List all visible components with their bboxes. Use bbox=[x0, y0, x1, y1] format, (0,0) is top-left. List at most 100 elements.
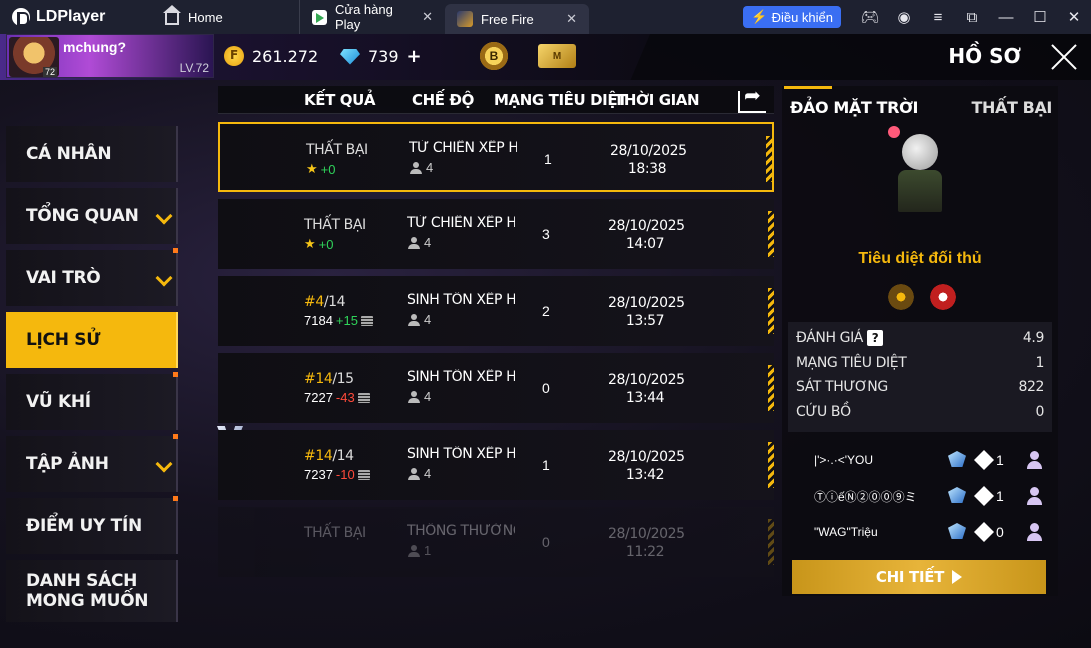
person-icon bbox=[408, 467, 420, 480]
sidebar-item-label: DANH SÁCH MONG MUỐN bbox=[26, 571, 149, 611]
sidebar-item-weapons[interactable]: VŨ KHÍ bbox=[6, 372, 178, 430]
match-mode: THÔNG THƯỜNG-I bbox=[407, 523, 515, 539]
sidebar-item-credit-score[interactable]: ĐIỂM UY TÍN bbox=[6, 496, 178, 554]
person-icon bbox=[408, 390, 420, 403]
stat-row: MẠNG TIÊU DIỆT 1 bbox=[796, 351, 1044, 376]
diamond-amount: 739 bbox=[368, 47, 399, 66]
close-icon[interactable] bbox=[1049, 42, 1079, 72]
membership-card-icon[interactable]: M bbox=[538, 44, 576, 68]
gamepad-icon[interactable]: 🎮︎ bbox=[853, 0, 887, 34]
match-row[interactable]: #14/14 7237 -10 SINH TỒN XẾP HẠ 4 1 28/1… bbox=[218, 430, 774, 500]
tab-free-fire-label: Free Fire bbox=[481, 11, 534, 27]
tab-play-store[interactable]: Cửa hàng Play ✕ bbox=[300, 0, 445, 34]
diamond-icon bbox=[340, 48, 360, 65]
match-time: 18:38 bbox=[627, 161, 667, 177]
match-mode: TỬ CHIẾN XẾP HẠ bbox=[407, 215, 515, 231]
stat-label: SÁT THƯƠNG bbox=[796, 379, 888, 396]
match-kills: 1 bbox=[544, 151, 552, 167]
close-window-icon[interactable]: ✕ bbox=[1057, 0, 1091, 34]
rank-points: 7237 bbox=[304, 467, 333, 482]
teammate-kills: 1 bbox=[996, 488, 1004, 504]
account-icon[interactable]: ◉ bbox=[887, 0, 921, 34]
add-friend-icon[interactable] bbox=[1026, 486, 1046, 506]
sidebar-item-album[interactable]: TẬP ẢNH bbox=[6, 434, 178, 492]
match-detail-panel: ĐẢO MẶT TRỜI THẤT BẠI Tiêu diệt đối thủ … bbox=[782, 86, 1058, 596]
game-viewport: 72 mchung? LV.72 261.272 739 + B M HỒ SƠ… bbox=[0, 34, 1091, 648]
maximize-icon[interactable]: ☐ bbox=[1023, 0, 1057, 34]
rank-points: 7227 bbox=[304, 390, 333, 405]
help-icon[interactable]: ? bbox=[867, 330, 883, 347]
menu-icon[interactable]: ≡ bbox=[921, 0, 955, 34]
match-mode: SINH TỒN XẾP HẠ bbox=[407, 446, 515, 462]
tab-free-fire[interactable]: Free Fire ✕ bbox=[445, 4, 589, 34]
character-avatar bbox=[888, 126, 950, 216]
add-friend-icon[interactable] bbox=[1026, 450, 1046, 470]
play-store-icon bbox=[312, 9, 327, 25]
play-arrow-icon bbox=[952, 570, 963, 584]
sidebar-item-personal[interactable]: CÁ NHÂN bbox=[6, 126, 178, 182]
player-card[interactable]: 72 mchung? LV.72 bbox=[6, 34, 214, 78]
match-mode: TỬ CHIẾN XẾP HẠ bbox=[409, 140, 517, 156]
match-date: 28/10/2025 bbox=[608, 526, 685, 542]
screen-record-icon[interactable]: ⧉ bbox=[955, 0, 989, 34]
match-time: 13:44 bbox=[625, 390, 665, 406]
match-mode: SINH TỒN XẾP HẠ bbox=[407, 292, 515, 308]
rank-points-change: -10 bbox=[335, 467, 355, 482]
match-total: /14 bbox=[332, 448, 354, 464]
stat-label: MẠNG TIÊU DIỆT bbox=[796, 354, 907, 371]
rank-badge-icon[interactable]: B bbox=[476, 38, 512, 74]
rank-points-change: -43 bbox=[335, 390, 355, 405]
details-list-icon[interactable] bbox=[357, 392, 370, 403]
add-friend-icon[interactable] bbox=[1026, 522, 1046, 542]
stat-row: ĐÁNH GIÁ? 4.9 bbox=[796, 326, 1044, 351]
free-fire-icon bbox=[457, 11, 473, 27]
match-mode: SINH TỒN XẾP HẠ bbox=[407, 369, 515, 385]
stat-label: CỨU BỒ bbox=[796, 403, 851, 420]
diamond-balance[interactable]: 739 + bbox=[340, 46, 422, 67]
column-header-kills: MẠNG TIÊU DIỆT bbox=[494, 91, 627, 109]
sidebar-item-overview[interactable]: TỔNG QUAN bbox=[6, 188, 178, 244]
squad-size: 4 bbox=[424, 466, 432, 481]
details-button-label: CHI TIẾT bbox=[875, 568, 945, 586]
sidebar-item-history[interactable]: LỊCH SỬ bbox=[6, 312, 178, 368]
details-list-icon[interactable] bbox=[357, 469, 370, 480]
squad-size: 4 bbox=[424, 235, 432, 250]
sidebar-item-label: TẬP ẢNH bbox=[26, 454, 109, 474]
close-tab-icon[interactable]: ✕ bbox=[422, 9, 433, 25]
player-name: mchung? bbox=[63, 39, 126, 55]
add-diamond-icon[interactable]: + bbox=[407, 46, 422, 67]
match-row[interactable]: THẤT BẠI ★ +0 TỬ CHIẾN XẾP HẠ 4 3 28/10/… bbox=[218, 199, 774, 269]
squad-size: 4 bbox=[426, 160, 434, 175]
rank-icon bbox=[948, 451, 966, 467]
keyboard-control-button[interactable]: ⚡ Điều khiển bbox=[743, 6, 841, 28]
sidebar-item-wishlist[interactable]: DANH SÁCH MONG MUỐN bbox=[6, 560, 178, 622]
match-result: THẤT BẠI bbox=[306, 142, 368, 158]
share-icon[interactable] bbox=[738, 83, 766, 113]
kills-icon bbox=[974, 450, 994, 470]
ldplayer-logo-icon bbox=[12, 8, 30, 26]
match-date: 28/10/2025 bbox=[608, 449, 685, 465]
tab-home[interactable]: Home bbox=[110, 0, 300, 34]
match-kills: 0 bbox=[542, 534, 550, 550]
row-stripe bbox=[768, 288, 774, 334]
match-row[interactable]: #14/15 7227 -43 SINH TỒN XẾP HẠ 4 0 28/1… bbox=[218, 353, 774, 423]
match-kills: 2 bbox=[542, 303, 550, 319]
gold-amount: 261.272 bbox=[252, 46, 319, 66]
close-tab-icon[interactable]: ✕ bbox=[566, 11, 577, 27]
profile-sidebar: CÁ NHÂN TỔNG QUAN VAI TRÒ LỊCH SỬ VŨ KHÍ… bbox=[6, 126, 178, 628]
match-time: 13:42 bbox=[625, 467, 665, 483]
sidebar-item-label: ĐIỂM UY TÍN bbox=[26, 516, 142, 536]
rank-icon bbox=[948, 523, 966, 539]
notification-dot bbox=[173, 496, 178, 501]
details-button[interactable]: CHI TIẾT bbox=[792, 560, 1046, 594]
minimize-icon[interactable]: — bbox=[989, 0, 1023, 34]
match-row[interactable]: #4/14 7184 +15 SINH TỒN XẾP HẠ 4 2 28/10… bbox=[218, 276, 774, 346]
sidebar-item-role[interactable]: VAI TRÒ bbox=[6, 248, 178, 306]
stat-value: 1 bbox=[1035, 354, 1044, 371]
details-list-icon[interactable] bbox=[360, 315, 373, 326]
sidebar-item-label: CÁ NHÂN bbox=[26, 144, 112, 164]
match-row[interactable]: THẤT BẠI ★ +0 TỬ CHIẾN XẾP HẠ 4 1 28/10/… bbox=[218, 122, 774, 192]
match-time: 13:57 bbox=[625, 313, 665, 329]
teammate-name: |'>·.·<'YOU bbox=[814, 453, 874, 467]
match-row[interactable]: THẤT BẠI THÔNG THƯỜNG-I 1 0 28/10/2025 11… bbox=[218, 507, 774, 577]
